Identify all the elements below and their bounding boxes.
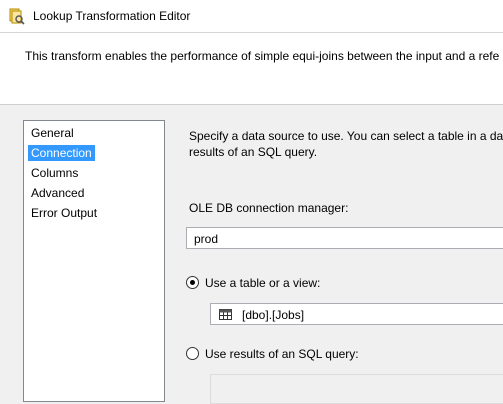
lookup-transform-icon bbox=[9, 8, 25, 25]
connection-description: Specify a data source to use. You can se… bbox=[189, 128, 503, 160]
use-sql-radio[interactable] bbox=[186, 347, 199, 360]
nav-item-columns[interactable]: Columns bbox=[28, 165, 81, 181]
sql-query-textbox[interactable] bbox=[210, 374, 503, 404]
description-line-1: Specify a data source to use. You can se… bbox=[189, 129, 503, 143]
use-table-radio[interactable] bbox=[186, 276, 199, 289]
connection-manager-value: prod bbox=[194, 232, 219, 246]
nav-item-connection[interactable]: Connection bbox=[28, 145, 95, 161]
use-table-label[interactable]: Use a table or a view: bbox=[205, 276, 320, 290]
description-banner: This transform enables the performance o… bbox=[0, 33, 503, 105]
connection-manager-dropdown[interactable]: prod bbox=[186, 227, 503, 249]
nav-item-general[interactable]: General bbox=[28, 125, 77, 141]
table-view-dropdown[interactable]: [dbo].[Jobs] bbox=[210, 303, 503, 325]
table-grid-icon bbox=[219, 309, 232, 320]
page-navigation-list: General Connection Columns Advanced Erro… bbox=[23, 120, 165, 402]
nav-item-error-output[interactable]: Error Output bbox=[28, 205, 100, 221]
title-bar: Lookup Transformation Editor bbox=[0, 0, 503, 33]
description-line-2: results of an SQL query. bbox=[189, 145, 318, 159]
nav-item-advanced[interactable]: Advanced bbox=[28, 185, 87, 201]
table-view-value: [dbo].[Jobs] bbox=[242, 308, 305, 322]
radio-selected-dot bbox=[190, 280, 195, 285]
window-title: Lookup Transformation Editor bbox=[33, 9, 191, 23]
connection-manager-label: OLE DB connection manager: bbox=[189, 201, 349, 215]
use-sql-label[interactable]: Use results of an SQL query: bbox=[205, 347, 359, 361]
banner-text: This transform enables the performance o… bbox=[25, 49, 500, 63]
